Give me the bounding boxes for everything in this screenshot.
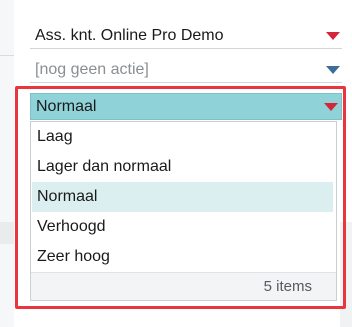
item-count: 5 items [263,278,312,295]
priority-combobox[interactable]: Normaal [30,93,342,120]
background-left-strip [0,0,14,327]
background-divider [0,55,14,56]
action-select-value: [nog geen actie] [35,61,149,78]
list-item-normaal[interactable]: Normaal [32,182,333,212]
list-item-laag[interactable]: Laag [32,122,333,152]
background-panel-left [0,222,14,244]
listbox-footer: 5 items [31,272,336,300]
priority-listbox: Laag Lager dan normaal Normaal Verhoogd … [30,121,337,301]
dropdown-arrow-icon[interactable] [324,103,338,111]
priority-combobox-value: Normaal [36,98,97,115]
contact-select-value: Ass. knt. Online Pro Demo [35,27,224,44]
list-item-lager-dan-normaal[interactable]: Lager dan normaal [32,152,333,182]
list-item-zeer-hoog[interactable]: Zeer hoog [32,242,333,272]
action-select[interactable]: [nog geen actie] [30,57,342,83]
list-item-verhoogd[interactable]: Verhoogd [32,212,333,242]
contact-select[interactable]: Ass. knt. Online Pro Demo [30,23,342,49]
dropdown-arrow-icon[interactable] [326,32,340,40]
dropdown-arrow-icon[interactable] [326,66,340,74]
